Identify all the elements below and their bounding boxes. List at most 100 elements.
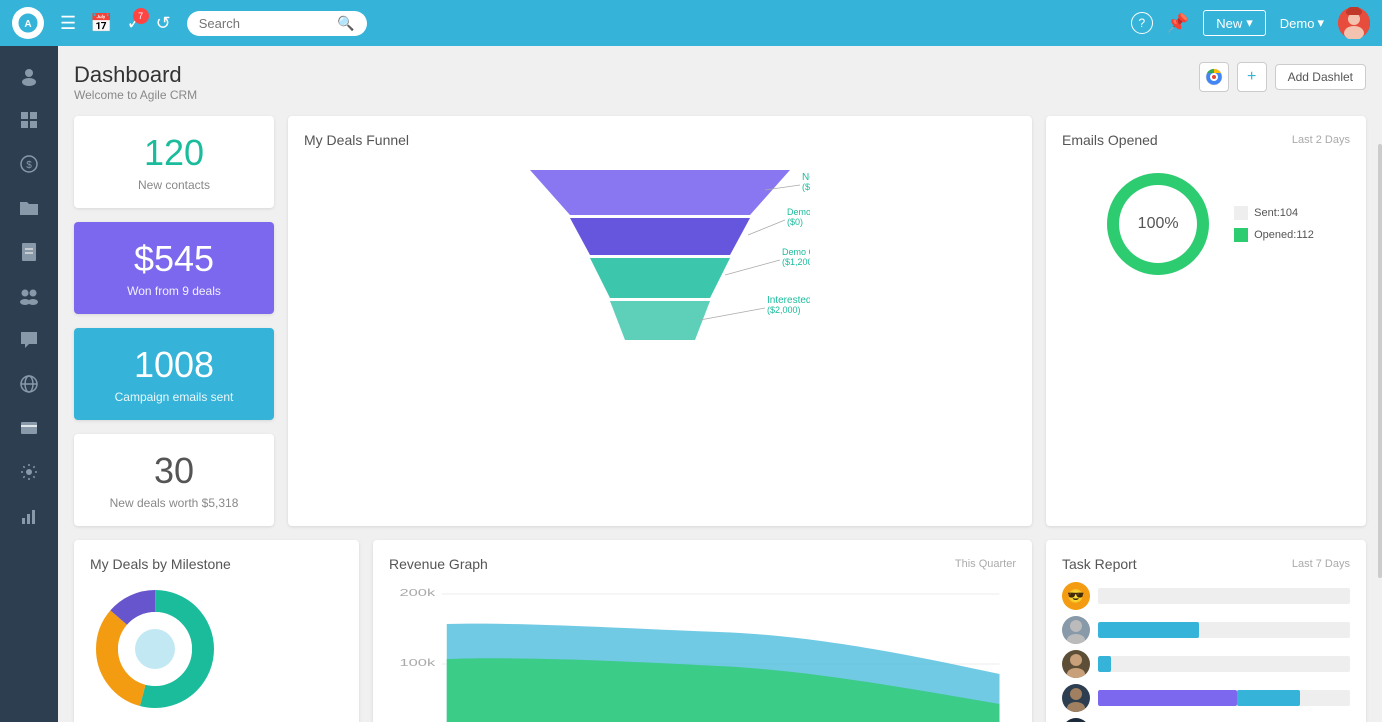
taskreport-period: Last 7 Days (1292, 558, 1350, 570)
won-deals-label: Won from 9 deals (94, 284, 254, 298)
task-bar-composite (1098, 690, 1350, 706)
demo-chevron-icon: ▾ (1317, 15, 1324, 31)
revenue-widget: Revenue Graph This Quarter 200k 100k 0k (373, 540, 1032, 722)
plus-icon: + (1247, 68, 1256, 86)
sidebar-item-chat[interactable] (6, 320, 52, 360)
won-deals-widget: $545 Won from 9 deals (74, 222, 274, 314)
demo-dropdown[interactable]: Demo ▾ (1280, 15, 1324, 31)
topnav-right: ? 📌 New ▾ Demo ▾ (1131, 7, 1370, 39)
funnel-title: My Deals Funnel (304, 132, 1016, 148)
task-bar-row (1062, 718, 1350, 722)
task-bar-fill (1098, 622, 1199, 638)
task-bar-fill (1098, 690, 1237, 706)
sidebar-item-team[interactable] (6, 276, 52, 316)
page-title: Dashboard (74, 62, 197, 88)
sidebar-item-globe[interactable] (6, 364, 52, 404)
won-deals-number: $545 (94, 238, 254, 280)
task-bar-background (1098, 656, 1350, 672)
taskreport-title: Task Report (1062, 556, 1137, 572)
chrome-extension-button[interactable] (1199, 62, 1229, 92)
emails-opened-label: Opened:112 (1254, 229, 1314, 241)
svg-text:$: $ (26, 160, 32, 171)
task-bar-row (1062, 616, 1350, 644)
add-dashlet-icon-button[interactable]: + (1237, 62, 1267, 92)
svg-text:A: A (24, 19, 31, 30)
svg-text:($2,000): ($2,000) (767, 305, 801, 315)
search-bar[interactable]: 🔍 (187, 11, 367, 36)
svg-text:($500): ($500) (802, 182, 810, 192)
emails-opened-widget: Emails Opened Last 2 Days 100% Se (1046, 116, 1366, 526)
search-input[interactable] (199, 16, 332, 31)
nav-icons: ☰ 📅 ✓ 7 ↺ (60, 13, 171, 34)
task-bar-background (1098, 690, 1350, 706)
history-icon[interactable]: ↺ (156, 13, 171, 34)
sidebar-item-contacts[interactable] (6, 56, 52, 96)
sidebar-item-dashboard[interactable] (6, 100, 52, 140)
svg-text:Demo Scheduled: Demo Scheduled (787, 207, 810, 217)
emails-title: Emails Opened (1062, 132, 1158, 148)
sidebar-item-billing[interactable] (6, 408, 52, 448)
dashboard-actions: + Add Dashlet (1199, 62, 1366, 92)
revenue-period: This Quarter (955, 558, 1016, 570)
sidebar-item-settings[interactable] (6, 452, 52, 492)
pin-icon[interactable]: 📌 (1167, 13, 1189, 34)
dashboard-header: Dashboard Welcome to Agile CRM + Add Das… (74, 62, 1366, 102)
new-contacts-label: New contacts (94, 178, 254, 192)
campaign-emails-label: Campaign emails sent (94, 390, 254, 404)
add-dashlet-label: Add Dashlet (1288, 70, 1353, 84)
page-subtitle: Welcome to Agile CRM (74, 88, 197, 102)
emails-donut-chart: 100% Sent:104 Opened:112 (1062, 164, 1350, 284)
tasks-icon[interactable]: ✓ 7 (127, 13, 142, 34)
sidebar-item-document[interactable] (6, 232, 52, 272)
top-navigation: A ☰ 📅 ✓ 7 ↺ 🔍 ? 📌 New ▾ Demo ▾ (0, 0, 1382, 46)
add-dashlet-button[interactable]: Add Dashlet (1275, 64, 1366, 90)
calendar-icon[interactable]: 📅 (90, 13, 112, 34)
new-deals-number: 30 (94, 450, 254, 492)
deals-funnel-widget: My Deals Funnel New ($500) Demo Schedule… (288, 116, 1032, 526)
revenue-title: Revenue Graph (389, 556, 488, 572)
demo-label: Demo (1280, 16, 1315, 31)
row-1: 120 New contacts $545 Won from 9 deals 1… (74, 116, 1366, 526)
campaign-emails-number: 1008 (94, 344, 254, 386)
tasks-badge: 7 (133, 8, 149, 24)
svg-text:($0): ($0) (787, 217, 803, 227)
svg-text:Demo Completed: Demo Completed (782, 247, 810, 257)
sidebar-item-money[interactable]: $ (6, 144, 52, 184)
new-contacts-widget: 120 New contacts (74, 116, 274, 208)
app-logo[interactable]: A (12, 7, 44, 39)
help-icon[interactable]: ? (1131, 12, 1153, 34)
scrollbar-indicator[interactable] (1378, 144, 1382, 577)
new-deals-widget: 30 New deals worth $5,318 (74, 434, 274, 526)
sidebar-item-analytics[interactable] (6, 496, 52, 536)
task-avatar (1062, 684, 1090, 712)
task-bar-fill (1098, 656, 1111, 672)
task-bar-background (1098, 622, 1350, 638)
avatar[interactable] (1338, 7, 1370, 39)
new-contacts-number: 120 (94, 132, 254, 174)
task-report-rows: 😎 (1062, 582, 1350, 722)
task-report-widget: Task Report Last 7 Days 😎 (1046, 540, 1366, 722)
emails-percent: 100% (1138, 215, 1179, 233)
svg-text:200k: 200k (399, 587, 435, 598)
search-icon: 🔍 (337, 15, 354, 32)
task-avatar (1062, 718, 1090, 722)
milestone-title: My Deals by Milestone (90, 556, 343, 572)
svg-text:($1,200): ($1,200) (782, 257, 810, 267)
new-deals-label: New deals worth $5,318 (94, 496, 254, 510)
stats-column: 120 New contacts $545 Won from 9 deals 1… (74, 116, 274, 526)
revenue-chart: 200k 100k 0k Jan Feb Mar (389, 584, 1016, 722)
task-bar-background (1098, 588, 1350, 604)
main-content: Dashboard Welcome to Agile CRM + Add Das… (58, 46, 1382, 722)
menu-icon[interactable]: ☰ (60, 13, 76, 34)
task-avatar (1062, 650, 1090, 678)
new-button[interactable]: New ▾ (1203, 10, 1266, 36)
sidebar-item-folder[interactable] (6, 188, 52, 228)
milestone-widget: My Deals by Milestone (74, 540, 359, 722)
svg-text:100k: 100k (399, 657, 435, 668)
task-bar-row (1062, 650, 1350, 678)
task-bar-row: 😎 (1062, 582, 1350, 610)
task-avatar (1062, 616, 1090, 644)
emails-sent-label: Sent:104 (1254, 207, 1298, 219)
left-navigation: $ (0, 46, 58, 722)
row-2: My Deals by Milestone (74, 540, 1366, 722)
